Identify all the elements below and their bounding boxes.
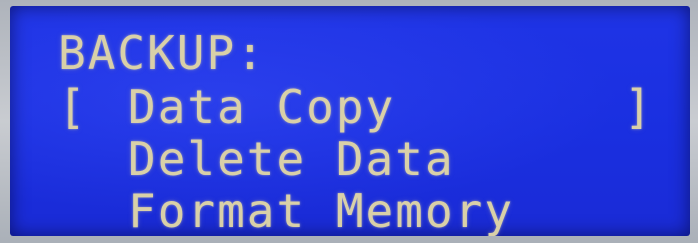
- display-bezel: BACKUP: [ Data Copy ] Delete Data Format…: [0, 0, 698, 243]
- lcd-screen: BACKUP: [ Data Copy ] Delete Data Format…: [10, 6, 690, 236]
- selection-bracket-right: ]: [624, 80, 654, 134]
- menu-item-delete-data[interactable]: Delete Data: [128, 134, 455, 184]
- menu-item-format-memory[interactable]: Format Memory: [128, 186, 514, 236]
- menu-title: BACKUP:: [58, 26, 266, 80]
- selection-bracket-left: [: [58, 80, 88, 134]
- menu-item-data-copy[interactable]: [ Data Copy ]: [58, 82, 678, 132]
- menu-item-label: Data Copy: [128, 80, 396, 134]
